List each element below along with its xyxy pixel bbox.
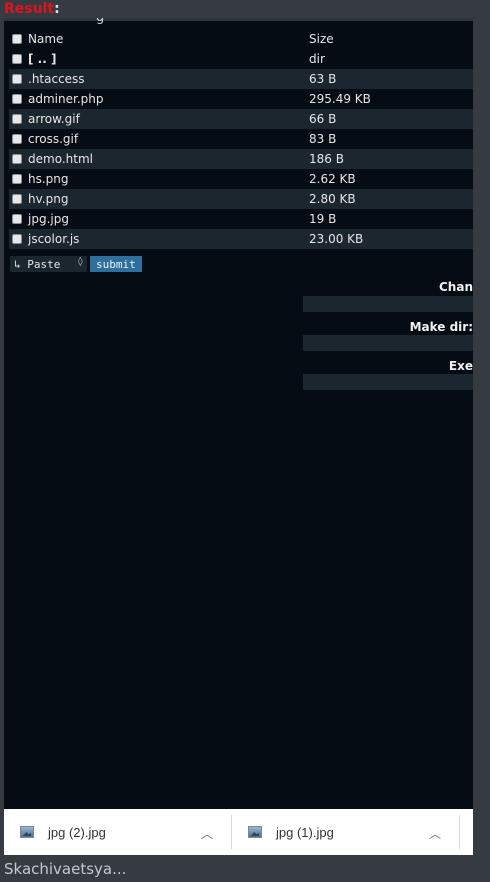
table-row: hv.png 2.80 KB — [9, 189, 473, 209]
column-header-name[interactable]: Name — [28, 32, 309, 46]
row-checkbox[interactable] — [12, 234, 22, 244]
file-name-link[interactable]: .htaccess — [28, 72, 309, 86]
file-size: 66 B — [309, 112, 337, 126]
action-select-value: ↳ Paste — [14, 257, 61, 271]
panel-top-border — [4, 18, 473, 21]
execute-input[interactable] — [303, 374, 473, 390]
file-manager-panel: g Name Size [ .. ] dir .htaccess 63 B ad… — [4, 18, 473, 809]
table-row: demo.html 186 B — [9, 149, 473, 169]
row-checkbox[interactable] — [12, 54, 22, 64]
row-checkbox[interactable] — [12, 174, 22, 184]
result-label-suffix: : — [54, 1, 60, 17]
file-size: 295.49 KB — [309, 92, 371, 106]
row-checkbox[interactable] — [12, 194, 22, 204]
row-checkbox[interactable] — [12, 114, 22, 124]
file-size: 186 B — [309, 152, 344, 166]
action-select[interactable]: ↳ Paste ◊ — [10, 256, 87, 272]
file-size: 63 B — [309, 72, 337, 86]
select-arrows-icon: ◊ — [77, 257, 83, 267]
result-label-prefix: Result — [4, 1, 55, 17]
table-row: .htaccess 63 B — [9, 69, 473, 89]
file-name-link[interactable]: jpg.jpg — [28, 212, 309, 226]
file-size: dir — [309, 52, 325, 66]
file-name-link[interactable]: jscolor.js — [28, 232, 309, 246]
row-checkbox[interactable] — [12, 74, 22, 84]
submit-button[interactable]: submit — [90, 256, 142, 272]
cut-off-title-glyph: g — [96, 18, 104, 25]
table-row: jscolor.js 23.00 KB — [9, 229, 473, 249]
row-checkbox[interactable] — [12, 134, 22, 144]
table-row: cross.gif 83 B — [9, 129, 473, 149]
row-checkbox[interactable] — [12, 94, 22, 104]
download-status-text: Skachivaetsya... — [4, 860, 127, 878]
file-size: 19 B — [309, 212, 337, 226]
chevron-up-icon[interactable]: ︿ — [429, 825, 441, 842]
chevron-up-icon[interactable]: ︿ — [201, 825, 213, 842]
file-size: 2.62 KB — [309, 172, 356, 186]
row-checkbox[interactable] — [12, 154, 22, 164]
file-name-link[interactable]: demo.html — [28, 152, 309, 166]
file-size: 2.80 KB — [309, 192, 356, 206]
file-name-link[interactable]: adminer.php — [28, 92, 309, 106]
table-row: arrow.gif 66 B — [9, 109, 473, 129]
change-dir-label: Chan — [439, 280, 473, 294]
select-all-checkbox[interactable] — [12, 34, 22, 44]
file-name-link[interactable]: hs.png — [28, 172, 309, 186]
row-checkbox[interactable] — [12, 214, 22, 224]
image-file-icon — [248, 826, 262, 838]
file-name-link[interactable]: hv.png — [28, 192, 309, 206]
file-size: 23.00 KB — [309, 232, 364, 246]
file-size: 83 B — [309, 132, 337, 146]
file-table: Name Size [ .. ] dir .htaccess 63 B admi… — [9, 29, 473, 249]
download-filename: jpg (2).jpg — [48, 824, 106, 840]
parent-dir-link[interactable]: [ .. ] — [28, 52, 309, 66]
bulk-action-bar: ↳ Paste ◊ submit — [10, 256, 142, 272]
download-item[interactable]: jpg (1).jpg ︿ — [232, 809, 459, 855]
make-dir-label: Make dir: — [409, 320, 473, 334]
execute-label: Exe — [448, 359, 473, 373]
table-row: hs.png 2.62 KB — [9, 169, 473, 189]
download-shelf: jpg (2).jpg ︿ jpg (1).jpg ︿ — [4, 809, 473, 855]
download-divider — [459, 815, 460, 849]
table-row: adminer.php 295.49 KB — [9, 89, 473, 109]
change-dir-input[interactable] — [303, 296, 473, 312]
table-row: jpg.jpg 19 B — [9, 209, 473, 229]
file-name-link[interactable]: cross.gif — [28, 132, 309, 146]
result-label: Result: — [4, 0, 60, 18]
download-filename: jpg (1).jpg — [276, 824, 334, 840]
download-item[interactable]: jpg (2).jpg ︿ — [4, 809, 231, 855]
file-name-link[interactable]: arrow.gif — [28, 112, 309, 126]
image-file-icon — [20, 826, 34, 838]
table-row: [ .. ] dir — [9, 49, 473, 69]
file-table-header: Name Size — [9, 29, 473, 49]
make-dir-input[interactable] — [303, 335, 473, 351]
column-header-size[interactable]: Size — [309, 32, 469, 46]
